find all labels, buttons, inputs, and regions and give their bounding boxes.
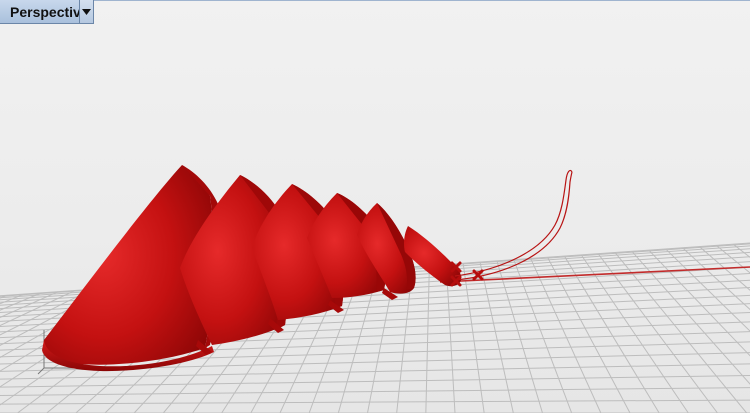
triangle-down-icon (82, 8, 91, 15)
viewport-title-tab[interactable]: Perspective (0, 0, 94, 24)
viewport-top-border (0, 0, 750, 1)
viewport-title-label[interactable]: Perspective (0, 0, 89, 23)
perspective-viewport[interactable]: Perspective (0, 0, 750, 413)
3d-scene[interactable] (0, 0, 750, 413)
viewport-menu-button[interactable] (79, 0, 93, 23)
